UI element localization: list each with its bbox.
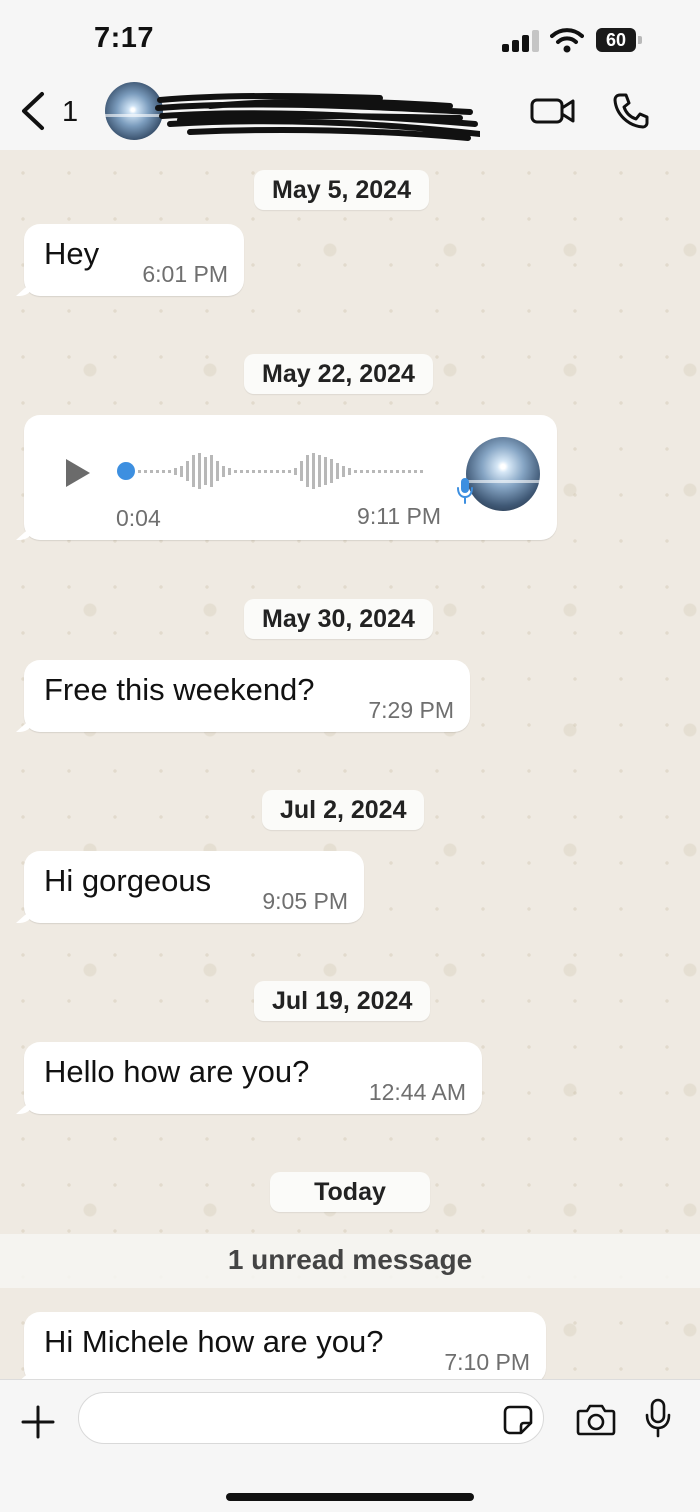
voice-waveform[interactable] — [116, 449, 436, 493]
message-bubble[interactable]: Hi gorgeous 9:05 PM — [24, 851, 364, 923]
message-time: 7:29 PM — [368, 697, 454, 723]
message-text: Hey — [44, 236, 100, 271]
video-call-icon[interactable] — [530, 94, 576, 128]
date-separator-today: Today — [270, 1172, 430, 1212]
message-time: 9:11 PM — [357, 503, 441, 529]
message-input-bar — [0, 1379, 700, 1512]
wifi-icon — [550, 28, 584, 53]
voice-sender-avatar — [466, 437, 540, 511]
chevron-left-icon[interactable] — [18, 90, 48, 132]
microphone-icon — [457, 478, 473, 504]
message-text: Hi Michele how are you? — [44, 1324, 384, 1359]
play-icon[interactable] — [64, 457, 92, 489]
status-time: 7:17 — [94, 22, 155, 54]
message-bubble[interactable]: Hey 6:01 PM — [24, 224, 244, 296]
microphone-icon[interactable] — [644, 1398, 672, 1438]
battery-level: 60 — [605, 30, 627, 50]
status-bar: 7:17 60 — [0, 0, 700, 78]
chat-header: 1 — [0, 78, 700, 151]
message-bubble[interactable]: Hello how are you? 12:44 AM — [24, 1042, 482, 1114]
message-text: Hello how are you? — [44, 1054, 310, 1089]
message-input[interactable] — [78, 1392, 544, 1444]
phone-icon[interactable] — [612, 92, 650, 130]
back-unread-count[interactable]: 1 — [62, 96, 78, 129]
date-separator: May 22, 2024 — [244, 354, 433, 394]
battery-indicator: 60 — [596, 28, 642, 52]
voice-message-bubble[interactable]: 0:04 9:11 PM — [24, 415, 557, 540]
message-time: 7:10 PM — [444, 1349, 530, 1375]
home-indicator — [226, 1493, 474, 1501]
date-separator: Jul 2, 2024 — [262, 790, 425, 830]
message-time: 9:05 PM — [262, 888, 348, 914]
message-bubble[interactable]: Hi Michele how are you? 7:10 PM — [24, 1312, 546, 1379]
camera-icon[interactable] — [576, 1402, 616, 1436]
message-bubble[interactable]: Free this weekend? 7:29 PM — [24, 660, 470, 732]
redacted-contact-name[interactable] — [150, 88, 480, 144]
message-text: Hi gorgeous — [44, 863, 212, 898]
date-separator: May 5, 2024 — [254, 170, 429, 210]
date-separator: May 30, 2024 — [244, 599, 433, 639]
sticker-icon[interactable] — [502, 1404, 534, 1436]
voice-duration: 0:04 — [116, 505, 161, 531]
cellular-signal-icon — [502, 30, 542, 52]
plus-icon[interactable] — [20, 1404, 56, 1440]
chat-area[interactable]: May 5, 2024 Hey 6:01 PM May 22, 2024 0:0… — [0, 150, 700, 1379]
message-time: 6:01 PM — [142, 261, 228, 287]
message-time: 12:44 AM — [368, 1079, 466, 1105]
unread-label: 1 unread message — [227, 1244, 473, 1275]
unread-divider: 1 unread message — [0, 1234, 700, 1288]
message-text: Free this weekend? — [44, 672, 315, 707]
date-separator: Jul 19, 2024 — [254, 981, 431, 1021]
